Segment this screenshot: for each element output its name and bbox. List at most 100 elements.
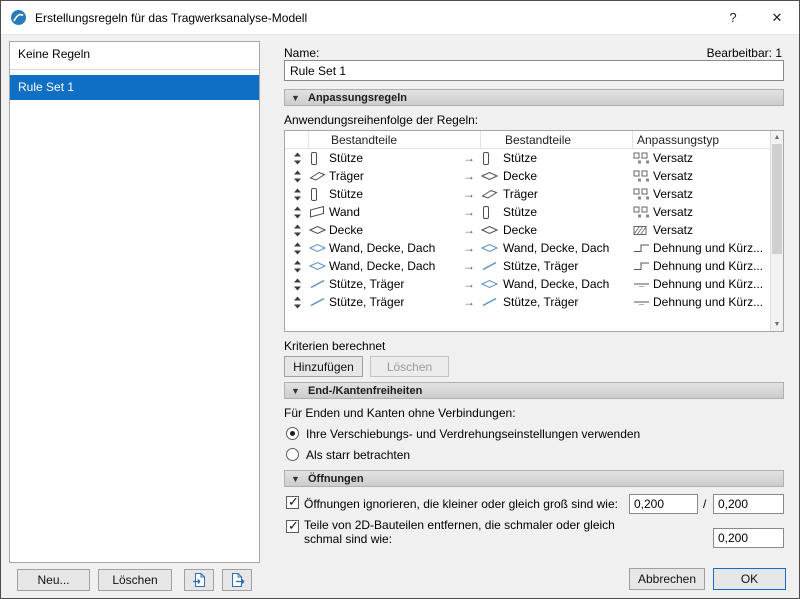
opening-size-y-input[interactable] [713,494,784,514]
rule-row[interactable]: Decke→DeckeVersatz [285,221,770,239]
column-icon [481,151,503,166]
editable-count-label: Bearbeitbar: 1 [707,46,782,60]
adjustment-type-label: Versatz [653,205,770,219]
line-icon [481,260,503,272]
column-header-components-1: Bestandteile [309,131,481,148]
rule-row[interactable]: Stütze→StützeVersatz [285,149,770,167]
part-width-input[interactable] [713,528,784,548]
scroll-down-icon[interactable]: ▼ [771,318,783,331]
rules-table-body: Stütze→StützeVersatzTräger→DeckeVersatzS… [285,149,770,311]
delete-rule-button[interactable]: Löschen [370,356,449,377]
arrow-right-icon: → [457,187,481,201]
slab-icon [481,224,503,236]
rules-table: Bestandteile Bestandteile Anpassungstyp … [284,130,784,332]
column-icon [309,187,329,202]
import-ruleset-button[interactable] [184,569,214,591]
hline-icon [633,278,653,290]
size-separator: / [703,497,706,511]
reorder-handle-icon[interactable] [285,152,309,165]
component-to-label: Wand, Decke, Dach [503,277,633,291]
offset-icon [633,170,653,183]
reorder-handle-icon[interactable] [285,224,309,237]
reorder-handle-icon[interactable] [285,278,309,291]
reorder-handle-icon[interactable] [285,206,309,219]
adjustment-type-label: Dehnung und Kürz... [653,259,770,273]
opening-size-x-input[interactable] [629,494,698,514]
rule-row[interactable]: Stütze, Träger→Wand, Decke, DachDehnung … [285,275,770,293]
component-to-label: Decke [503,169,633,183]
line-icon [309,296,329,308]
rule-row[interactable]: Stütze→TrägerVersatz [285,185,770,203]
component-from-label: Träger [329,169,457,183]
reorder-handle-icon[interactable] [285,242,309,255]
rule-row[interactable]: Träger→DeckeVersatz [285,167,770,185]
checkbox-ignore-openings[interactable] [286,496,299,509]
title-bar: Erstellungsregeln für das Tragwerksanaly… [1,1,799,35]
collapse-arrow-icon: ▼ [291,386,300,396]
reorder-handle-icon[interactable] [285,188,309,201]
close-button[interactable]: ✕ [755,1,799,34]
radio-use-settings[interactable] [286,427,299,440]
help-button[interactable]: ? [711,1,755,34]
ok-button[interactable]: OK [713,568,786,590]
section-title: Öffnungen [308,473,364,485]
offset-icon [633,206,653,219]
component-from-label: Stütze [329,151,457,165]
section-header-anpassungsregeln[interactable]: ▼ Anpassungsregeln [284,89,784,106]
rule-set-list: Keine Regeln Rule Set 1 [9,41,260,563]
reorder-handle-icon[interactable] [285,260,309,273]
adjustment-type-label: Dehnung und Kürz... [653,295,770,309]
component-to-label: Stütze [503,151,633,165]
list-item-rule-set-1[interactable]: Rule Set 1 [10,75,259,100]
arrow-right-icon: → [457,295,481,309]
export-ruleset-button[interactable] [222,569,252,591]
component-to-label: Stütze [503,205,633,219]
line-icon [309,278,329,290]
section-header-oeffnungen[interactable]: ▼ Öffnungen [284,470,784,487]
component-from-label: Wand, Decke, Dach [329,259,457,273]
list-divider [10,69,259,70]
scroll-up-icon[interactable]: ▲ [771,131,783,144]
table-scrollbar[interactable]: ▲ ▼ [770,131,783,331]
rule-row[interactable]: Wand→StützeVersatz [285,203,770,221]
dialog-window: Erstellungsregeln für das Tragwerksanaly… [0,0,800,599]
component-to-label: Wand, Decke, Dach [503,241,633,255]
criteria-label: Kriterien berechnet [284,339,385,353]
component-from-label: Stütze, Träger [329,277,457,291]
surface-icon [481,242,503,254]
slab-icon [481,170,503,182]
surface-icon [481,278,503,290]
rule-set-name-input[interactable] [284,60,784,81]
reorder-handle-icon[interactable] [285,296,309,309]
rule-row[interactable]: Wand, Decke, Dach→Wand, Decke, DachDehnu… [285,239,770,257]
arrow-right-icon: → [457,169,481,183]
column-icon [481,205,503,220]
adjustment-type-label: Dehnung und Kürz... [653,277,770,291]
cancel-button[interactable]: Abbrechen [629,568,705,590]
name-label: Name: [284,46,319,60]
collapse-arrow-icon: ▼ [291,474,300,484]
list-item-no-rules[interactable]: Keine Regeln [10,42,259,67]
line-icon [481,296,503,308]
reorder-handle-icon[interactable] [285,170,309,183]
adjustment-type-label: Versatz [653,223,770,237]
checkbox-remove-2d-parts-label: Teile von 2D-Bauteilen entfernen, die sc… [304,518,634,546]
slab-icon [309,224,329,236]
window-title: Erstellungsregeln für das Tragwerksanaly… [35,11,307,25]
new-button[interactable]: Neu... [17,569,90,591]
radio-use-settings-label: Ihre Verschiebungs- und Verdrehungseinst… [306,427,640,441]
rule-row[interactable]: Wand, Decke, Dach→Stütze, TrägerDehnung … [285,257,770,275]
component-to-label: Träger [503,187,633,201]
checkbox-remove-2d-parts[interactable] [286,520,299,533]
scrollbar-track[interactable] [771,144,783,318]
column-header-components-2: Bestandteile [481,131,633,148]
column-header-adjustment-type: Anpassungstyp [633,131,770,148]
delete-ruleset-button[interactable]: Löschen [98,569,172,591]
rule-row[interactable]: Stütze, Träger→Stütze, TrägerDehnung und… [285,293,770,311]
radio-rigid[interactable] [286,448,299,461]
add-rule-button[interactable]: Hinzufügen [284,356,363,377]
section-header-end-kantenfreiheiten[interactable]: ▼ End-/Kantenfreiheiten [284,382,784,399]
scrollbar-thumb[interactable] [772,144,782,254]
component-from-label: Decke [329,223,457,237]
arrow-right-icon: → [457,223,481,237]
